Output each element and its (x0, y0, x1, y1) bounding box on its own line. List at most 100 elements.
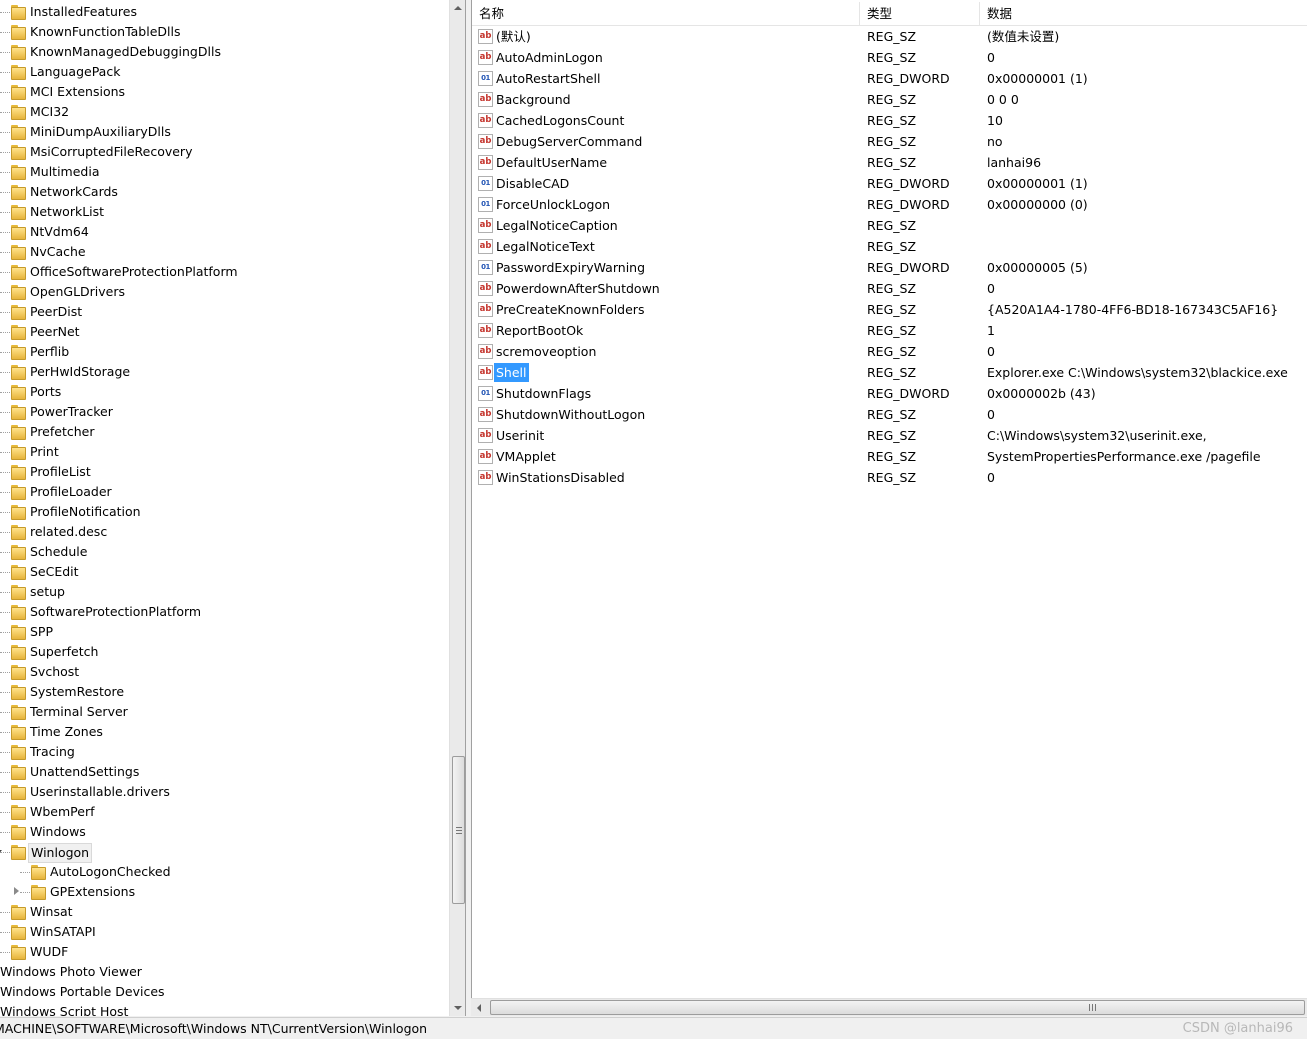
tree-item[interactable]: setup (0, 582, 448, 602)
tree-item[interactable]: Time Zones (0, 722, 448, 742)
tree-item[interactable]: UnattendSettings (0, 762, 448, 782)
tree-item[interactable]: Schedule (0, 542, 448, 562)
tree-connector (0, 552, 10, 553)
tree-item[interactable]: Superfetch (0, 642, 448, 662)
tree-item[interactable]: PowerTracker (0, 402, 448, 422)
value-row[interactable]: 01 ForceUnlockLogon REG_DWORD 0x00000000 (0… (472, 194, 1307, 215)
tree-item[interactable]: NvCache (0, 242, 448, 262)
tree-item[interactable]: Windows Portable Devices (0, 982, 448, 1002)
tree-item[interactable]: NetworkCards (0, 182, 448, 202)
tree-vertical-scrollbar[interactable] (449, 0, 465, 1016)
folder-icon (30, 884, 46, 900)
string-value-icon: ab (478, 449, 493, 464)
value-row[interactable]: ab AutoAdminLogon REG_SZ 0 (472, 47, 1307, 68)
value-row[interactable]: ab ReportBootOk REG_SZ 1 (472, 320, 1307, 341)
tree-item[interactable]: PerHwIdStorage (0, 362, 448, 382)
tree-item[interactable]: NetworkList (0, 202, 448, 222)
column-header-type[interactable]: 类型 (860, 2, 980, 26)
tree-item[interactable]: MCI Extensions (0, 82, 448, 102)
tree-connector (0, 252, 10, 253)
tree-connector (0, 232, 10, 233)
value-data: 0 (987, 50, 995, 65)
tree-connector (0, 12, 10, 13)
tree-item[interactable]: Terminal Server (0, 702, 448, 722)
tree-item[interactable]: KnownManagedDebuggingDlls (0, 42, 448, 62)
value-name: DefaultUserName (496, 155, 608, 170)
value-row[interactable]: ab scremoveoption REG_SZ 0 (472, 341, 1307, 362)
tree-item[interactable]: Userinstallable.drivers (0, 782, 448, 802)
list-horizontal-scrollbar[interactable] (471, 998, 1307, 1016)
scroll-up-arrow-icon[interactable] (450, 0, 465, 17)
tree-connector (0, 392, 10, 393)
tree-item[interactable]: Prefetcher (0, 422, 448, 442)
tree-item[interactable]: Winlogon (0, 842, 448, 863)
scroll-thumb-horizontal[interactable] (490, 1000, 1305, 1015)
tree-item[interactable]: OpenGLDrivers (0, 282, 448, 302)
expand-arrow-icon[interactable] (14, 887, 19, 895)
tree-item[interactable]: Windows (0, 822, 448, 842)
value-row[interactable]: ab DebugServerCommand REG_SZ no (472, 131, 1307, 152)
tree-item[interactable]: SystemRestore (0, 682, 448, 702)
tree-item[interactable]: PeerNet (0, 322, 448, 342)
value-name: (默认) (496, 29, 531, 44)
tree-item[interactable]: ProfileList (0, 462, 448, 482)
tree-item[interactable]: NtVdm64 (0, 222, 448, 242)
tree-item[interactable]: SoftwareProtectionPlatform (0, 602, 448, 622)
value-row[interactable]: ab (默认) REG_SZ (数值未设置) (472, 26, 1307, 47)
tree-item[interactable]: Ports (0, 382, 448, 402)
value-row[interactable]: ab LegalNoticeText REG_SZ (472, 236, 1307, 257)
collapse-arrow-icon[interactable] (0, 850, 2, 855)
value-row[interactable]: ab DefaultUserName REG_SZ lanhai96 (472, 152, 1307, 173)
value-row[interactable]: 01 ShutdownFlags REG_DWORD 0x0000002b (43) (472, 383, 1307, 404)
tree-item[interactable]: Windows Script Host (0, 1002, 448, 1016)
tree-item[interactable]: Winsat (0, 902, 448, 922)
tree-item[interactable]: Svchost (0, 662, 448, 682)
column-header-name[interactable]: 名称 (472, 2, 860, 26)
tree-item[interactable]: GPExtensions (0, 882, 448, 902)
value-row[interactable]: ab Background REG_SZ 0 0 0 (472, 89, 1307, 110)
value-row[interactable]: ab VMApplet REG_SZ SystemPropertiesPerforma… (472, 446, 1307, 467)
tree-item-label: LanguagePack (30, 64, 121, 79)
tree-item[interactable]: LanguagePack (0, 62, 448, 82)
tree-item[interactable]: SPP (0, 622, 448, 642)
tree-item[interactable]: WbemPerf (0, 802, 448, 822)
value-row[interactable]: 01 AutoRestartShell REG_DWORD 0x00000001 (1… (472, 68, 1307, 89)
value-row[interactable]: ab PreCreateKnownFolders REG_SZ {A520A1A4-1… (472, 299, 1307, 320)
scroll-left-arrow-icon[interactable] (471, 999, 488, 1016)
tree-item[interactable]: Multimedia (0, 162, 448, 182)
tree-item[interactable]: ProfileLoader (0, 482, 448, 502)
value-row[interactable]: ab WinStationsDisabled REG_SZ 0 (472, 467, 1307, 488)
tree-item[interactable]: MiniDumpAuxiliaryDlls (0, 122, 448, 142)
tree-item[interactable]: ProfileNotification (0, 502, 448, 522)
tree-item[interactable]: MsiCorruptedFileRecovery (0, 142, 448, 162)
value-row[interactable]: ab PowerdownAfterShutdown REG_SZ 0 (472, 278, 1307, 299)
tree-item[interactable]: KnownFunctionTableDlls (0, 22, 448, 42)
tree-item[interactable]: MCI32 (0, 102, 448, 122)
tree-item[interactable]: SeCEdit (0, 562, 448, 582)
scroll-thumb[interactable] (452, 756, 465, 904)
value-type: REG_DWORD (867, 386, 950, 401)
tree-item[interactable]: Tracing (0, 742, 448, 762)
value-name: AutoAdminLogon (496, 50, 603, 65)
tree-item[interactable]: WUDF (0, 942, 448, 962)
scroll-down-arrow-icon[interactable] (450, 999, 465, 1016)
tree-item[interactable]: related.desc (0, 522, 448, 542)
tree-item[interactable]: PeerDist (0, 302, 448, 322)
value-row[interactable]: ab ShutdownWithoutLogon REG_SZ 0 (472, 404, 1307, 425)
value-type: REG_SZ (867, 428, 917, 443)
folder-icon (10, 424, 26, 440)
value-row[interactable]: ab LegalNoticeCaption REG_SZ (472, 215, 1307, 236)
tree-item[interactable]: Perflib (0, 342, 448, 362)
tree-item[interactable]: AutoLogonChecked (0, 862, 448, 882)
tree-item[interactable]: WinSATAPI (0, 922, 448, 942)
tree-item[interactable]: InstalledFeatures (0, 2, 448, 22)
value-row[interactable]: 01 DisableCAD REG_DWORD 0x00000001 (1) (472, 173, 1307, 194)
tree-item[interactable]: Windows Photo Viewer (0, 962, 448, 982)
tree-item[interactable]: OfficeSoftwareProtectionPlatform (0, 262, 448, 282)
value-row[interactable]: ab CachedLogonsCount REG_SZ 10 (472, 110, 1307, 131)
value-row[interactable]: ab Userinit REG_SZ C:\Windows\system32\user… (472, 425, 1307, 446)
column-header-data[interactable]: 数据 (980, 2, 1307, 26)
value-row[interactable]: 01 PasswordExpiryWarning REG_DWORD 0x000000… (472, 257, 1307, 278)
tree-item[interactable]: Print (0, 442, 448, 462)
value-row[interactable]: ab Shell REG_SZ Explorer.exe C:\Windows\sys… (472, 362, 1307, 383)
